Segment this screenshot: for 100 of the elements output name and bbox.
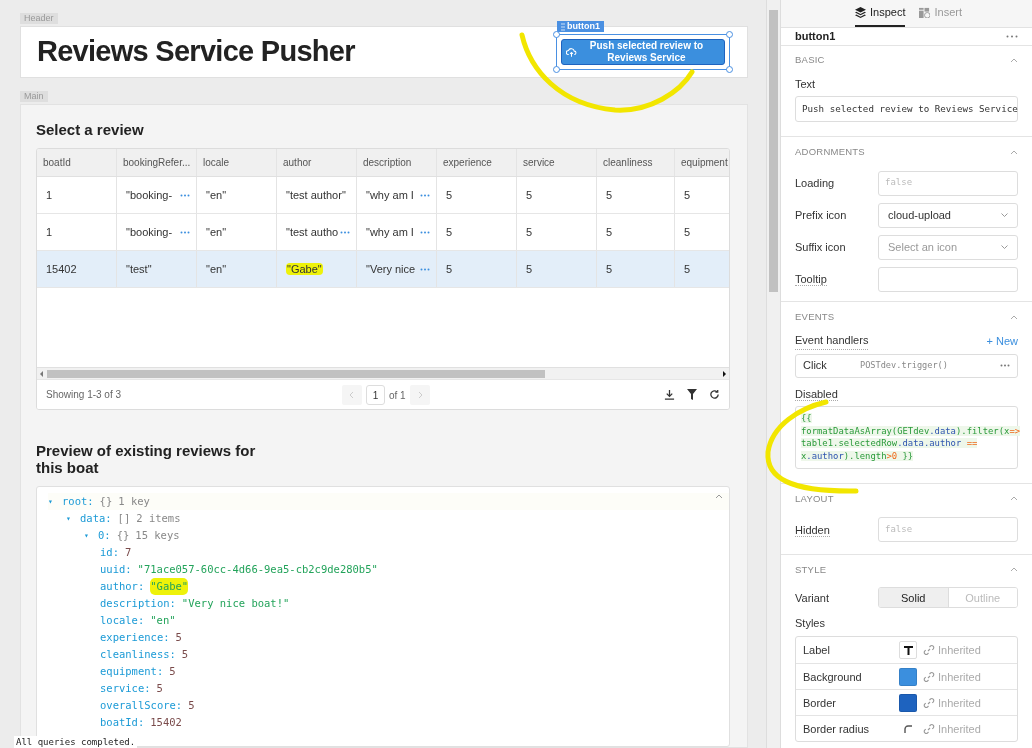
table-cell: "booking- — [126, 188, 173, 201]
table-cell: "test author" — [286, 188, 346, 201]
json-key: cleanliness: — [100, 646, 176, 663]
column-header[interactable]: experience — [437, 149, 517, 176]
json-key: experience: — [100, 629, 170, 646]
scrollbar-thumb[interactable] — [769, 10, 778, 292]
table-cell: 5 — [526, 188, 533, 201]
field-label: Disabled — [795, 387, 838, 401]
color-swatch[interactable] — [899, 667, 917, 686]
table-cell: 5 — [606, 262, 613, 275]
column-header[interactable]: bookingRefer... — [117, 149, 197, 176]
json-key: 0: — [98, 527, 111, 544]
column-header[interactable]: description — [357, 149, 437, 176]
vertical-scrollbar[interactable] — [766, 0, 780, 748]
more-icon[interactable] — [180, 193, 190, 197]
table-cell: 5 — [526, 262, 533, 275]
code-editor[interactable]: {{ formatDataAsArray(GETdev.data).filter(x=> table1.selectedRow.data.author == x.author).length>0 }} — [795, 406, 1018, 469]
json-value: "Gabe" — [150, 578, 189, 595]
link-icon — [923, 670, 935, 683]
json-value: 5 — [181, 647, 189, 662]
table-cell: 1 — [46, 188, 53, 201]
variant-option[interactable]: Solid — [879, 588, 948, 608]
page-field[interactable]: 1 — [366, 385, 385, 405]
event-handler-item[interactable]: Click POSTdev.trigger() — [795, 353, 1018, 378]
column-header[interactable]: service — [517, 149, 597, 176]
style-name: Border — [803, 695, 838, 711]
prefix-icon-dropdown[interactable]: cloud-upload — [878, 202, 1018, 228]
more-icon[interactable] — [420, 193, 430, 197]
json-key: root: — [62, 493, 94, 510]
table-row[interactable]: 1 "booking- "en" "test autho "why am I 5 5 5 5 — [37, 214, 729, 251]
more-icon[interactable] — [420, 267, 430, 271]
column-header[interactable]: cleanliness — [597, 149, 675, 176]
resize-handle[interactable] — [553, 66, 560, 73]
json-value: 7 — [124, 545, 132, 560]
resize-handle[interactable] — [726, 31, 733, 38]
resize-handle[interactable] — [553, 31, 560, 38]
json-key: data: — [80, 510, 112, 527]
table-cell: "Gabe" — [286, 262, 323, 275]
status-text: All queries completed. — [14, 736, 138, 748]
scroll-up-icon[interactable] — [715, 493, 723, 499]
table-cell: 5 — [446, 262, 453, 275]
section-heading: Preview of existing reviews for this boat — [36, 442, 257, 476]
collapse-icon[interactable] — [1010, 58, 1018, 63]
field-label: Event handlers — [795, 332, 869, 350]
horizontal-scrollbar[interactable] — [37, 367, 729, 379]
new-handler-link[interactable]: + New — [986, 332, 1018, 349]
text-style-icon[interactable] — [899, 641, 917, 660]
text-field[interactable]: Push selected review to Reviews Service — [795, 96, 1018, 122]
column-header[interactable]: equipment — [675, 149, 729, 176]
section-heading: Select a review — [36, 121, 145, 139]
collapse-icon[interactable] — [1010, 496, 1018, 502]
table-cell: 5 — [446, 225, 453, 238]
json-value: 5 — [188, 698, 195, 713]
page-count-text: of 1 — [389, 388, 406, 403]
collapse-icon[interactable] — [1010, 567, 1018, 573]
inspector-tab[interactable]: Inspect — [855, 0, 906, 27]
download-icon[interactable] — [664, 389, 675, 400]
json-value: "Very nice boat!" — [181, 596, 290, 611]
inherited-text: Inherited — [938, 643, 981, 659]
more-icon[interactable] — [180, 230, 190, 234]
table-cell: "booking- — [126, 225, 173, 238]
field-label: Variant — [795, 591, 830, 604]
json-value: 15402 — [150, 715, 182, 730]
field-label: Tooltip — [795, 272, 827, 286]
drag-handle-icon[interactable] — [561, 22, 565, 31]
style-name: Border radius — [803, 721, 871, 737]
refresh-icon[interactable] — [709, 389, 720, 400]
json-key: description: — [100, 595, 176, 612]
filter-icon[interactable] — [687, 389, 697, 400]
caret-icon — [1001, 245, 1008, 249]
more-icon[interactable] — [420, 230, 430, 234]
more-icon[interactable] — [340, 230, 350, 234]
section-title: LAYOUT — [795, 491, 834, 506]
table-cell: 5 — [606, 188, 613, 201]
inherited-text: Inherited — [938, 695, 981, 711]
section-label: Header — [20, 13, 58, 24]
collapse-icon[interactable] — [1010, 314, 1018, 320]
table-cell: "en" — [206, 225, 227, 238]
cloud-upload-icon — [566, 46, 577, 58]
row-count-text: Showing 1-3 of 3 — [46, 388, 122, 402]
field-label: Text — [795, 77, 816, 90]
resize-handle[interactable] — [726, 66, 733, 73]
column-header[interactable]: boatId — [37, 149, 117, 176]
collapse-icon[interactable] — [1010, 149, 1018, 155]
table-row[interactable]: 1 "booking- "en" "test author" "why am I 5 5 5 5 — [37, 177, 729, 214]
table-cell: 15402 — [46, 262, 77, 275]
more-icon[interactable] — [1000, 364, 1010, 367]
color-swatch[interactable] — [899, 693, 917, 712]
section-label: Main — [20, 91, 48, 102]
scrollbar-thumb[interactable] — [47, 369, 545, 378]
json-type: {} — [99, 494, 113, 509]
tooltip-field[interactable] — [878, 266, 1018, 292]
column-header[interactable]: locale — [197, 149, 277, 176]
more-icon[interactable] — [1006, 34, 1018, 38]
column-header[interactable]: author — [277, 149, 357, 176]
table-cell: 5 — [446, 188, 453, 201]
table-row[interactable]: 15402 "test" "en" "Gabe" "Very nice 5 5 5 5 — [37, 251, 729, 288]
table-cell: 5 — [526, 225, 533, 238]
link-icon — [923, 696, 935, 709]
component-name: button1 — [795, 29, 836, 44]
